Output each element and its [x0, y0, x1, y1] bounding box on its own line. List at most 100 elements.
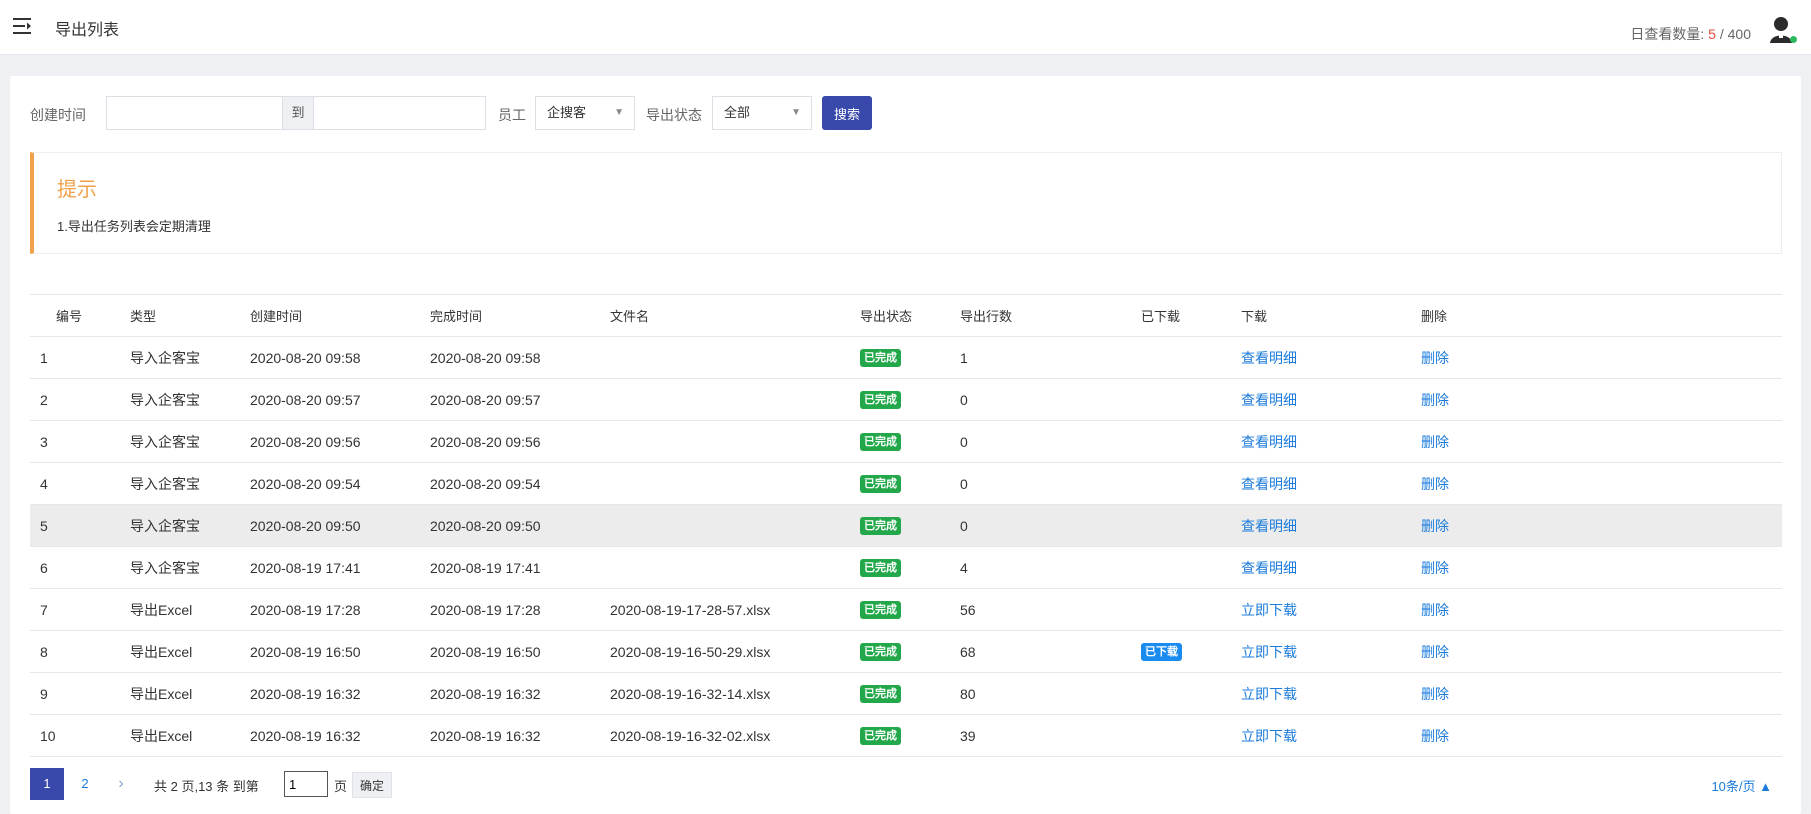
view-details-link[interactable]: 查看明细	[1241, 518, 1297, 534]
cell-type: 导入企客宝	[120, 378, 240, 421]
cell-finished: 2020-08-19 16:32	[420, 714, 600, 757]
cell-delete: 删除	[1411, 588, 1782, 631]
download-now-link[interactable]: 立即下载	[1241, 602, 1297, 618]
view-details-link[interactable]: 查看明细	[1241, 434, 1297, 450]
cell-status: 已完成	[850, 714, 950, 757]
cell-rows: 0	[950, 378, 1131, 421]
download-now-link[interactable]: 立即下载	[1241, 686, 1297, 702]
caret-down-icon: ▼	[614, 107, 624, 118]
delete-link[interactable]: 删除	[1421, 644, 1449, 660]
cell-rows: 1	[950, 336, 1131, 379]
tip-title: 提示	[57, 179, 97, 201]
cell-download: 查看明细	[1231, 504, 1411, 547]
quota-used: 5	[1708, 26, 1716, 42]
cell-type: 导出Excel	[120, 714, 240, 757]
cell-id: 10	[30, 714, 120, 757]
export-list-panel: 创建时间 到 员工 企搜客 ▼ 导出状态 全部 ▼ 搜索 提示 1.导出任务列表…	[10, 76, 1801, 814]
online-status-dot	[1790, 36, 1797, 43]
delete-link[interactable]: 删除	[1421, 350, 1449, 366]
filter-bar: 创建时间 到 员工 企搜客 ▼ 导出状态 全部 ▼ 搜索	[30, 96, 1780, 132]
cell-download: 立即下载	[1231, 588, 1411, 631]
delete-link[interactable]: 删除	[1421, 392, 1449, 408]
cell-download: 立即下载	[1231, 672, 1411, 715]
cell-downloaded	[1131, 504, 1231, 547]
export-table: 编号 类型 创建时间 完成时间 文件名 导出状态 导出行数 已下载 下载 删除 …	[30, 294, 1782, 757]
delete-link[interactable]: 删除	[1421, 686, 1449, 702]
pagination-info: 共 2 页,13 条 到第	[154, 779, 259, 794]
cell-finished: 2020-08-20 09:54	[420, 462, 600, 505]
cell-delete: 删除	[1411, 336, 1782, 379]
delete-link[interactable]: 删除	[1421, 602, 1449, 618]
table-row: 3 导入企客宝 2020-08-20 09:56 2020-08-20 09:5…	[30, 420, 1782, 463]
date-end-input[interactable]	[313, 97, 485, 129]
cell-status: 已完成	[850, 378, 950, 421]
pagination: 1 2 › 共 2 页,13 条 到第 页 确定 10条/页 ▲	[30, 768, 1782, 800]
user-avatar[interactable]	[1769, 15, 1797, 45]
cell-downloaded	[1131, 336, 1231, 379]
table-row: 6 导入企客宝 2020-08-19 17:41 2020-08-19 17:4…	[30, 546, 1782, 589]
cell-finished: 2020-08-19 16:50	[420, 630, 600, 673]
delete-link[interactable]: 删除	[1421, 728, 1449, 744]
cell-download: 查看明细	[1231, 378, 1411, 421]
cell-download: 查看明细	[1231, 420, 1411, 463]
employee-select[interactable]: 企搜客 ▼	[535, 96, 635, 130]
cell-filename	[600, 420, 850, 463]
cell-status: 已完成	[850, 672, 950, 715]
delete-link[interactable]: 删除	[1421, 476, 1449, 492]
quota-separator: /	[1715, 26, 1728, 42]
cell-downloaded	[1131, 420, 1231, 463]
cell-download: 立即下载	[1231, 714, 1411, 757]
cell-download: 立即下载	[1231, 630, 1411, 673]
cell-finished: 2020-08-19 16:32	[420, 672, 600, 715]
cell-rows: 4	[950, 546, 1131, 589]
cell-created: 2020-08-19 16:32	[240, 714, 420, 757]
cell-rows: 80	[950, 672, 1131, 715]
cell-status: 已完成	[850, 504, 950, 547]
cell-filename: 2020-08-19-17-28-57.xlsx	[600, 588, 850, 631]
page-size-select[interactable]: 10条/页 ▲	[1711, 776, 1772, 795]
export-status-select[interactable]: 全部 ▼	[712, 96, 812, 130]
goto-page-input[interactable]	[284, 771, 328, 797]
goto-confirm-button[interactable]: 确定	[352, 772, 392, 798]
view-details-link[interactable]: 查看明细	[1241, 560, 1297, 576]
view-details-link[interactable]: 查看明细	[1241, 392, 1297, 408]
next-page-icon[interactable]: ›	[106, 768, 136, 800]
cell-type: 导入企客宝	[120, 336, 240, 379]
status-badge: 已完成	[860, 601, 901, 619]
cell-filename	[600, 378, 850, 421]
cell-download: 查看明细	[1231, 462, 1411, 505]
search-button[interactable]: 搜索	[822, 96, 872, 130]
column-header-downloaded: 已下载	[1131, 294, 1231, 337]
delete-link[interactable]: 删除	[1421, 560, 1449, 576]
table-row: 4 导入企客宝 2020-08-20 09:54 2020-08-20 09:5…	[30, 462, 1782, 505]
page-2-button[interactable]: 2	[70, 768, 100, 800]
status-badge: 已完成	[860, 727, 901, 745]
delete-link[interactable]: 删除	[1421, 518, 1449, 534]
cell-delete: 删除	[1411, 504, 1782, 547]
date-start-input[interactable]	[107, 97, 282, 129]
daily-view-quota: 日查看数量: 5 / 400	[1630, 24, 1751, 44]
cell-downloaded	[1131, 672, 1231, 715]
cell-rows: 0	[950, 504, 1131, 547]
cell-rows: 0	[950, 420, 1131, 463]
menu-toggle-icon[interactable]	[13, 17, 33, 35]
cell-downloaded	[1131, 378, 1231, 421]
date-range-separator: 到	[282, 97, 314, 129]
cell-rows: 68	[950, 630, 1131, 673]
download-now-link[interactable]: 立即下载	[1241, 728, 1297, 744]
page-1-button[interactable]: 1	[30, 768, 64, 800]
view-details-link[interactable]: 查看明细	[1241, 350, 1297, 366]
table-row: 2 导入企客宝 2020-08-20 09:57 2020-08-20 09:5…	[30, 378, 1782, 421]
cell-type: 导入企客宝	[120, 420, 240, 463]
cell-type: 导出Excel	[120, 588, 240, 631]
column-header-status: 导出状态	[850, 294, 950, 337]
cell-rows: 56	[950, 588, 1131, 631]
delete-link[interactable]: 删除	[1421, 434, 1449, 450]
view-details-link[interactable]: 查看明细	[1241, 476, 1297, 492]
download-now-link[interactable]: 立即下载	[1241, 644, 1297, 660]
cell-downloaded	[1131, 546, 1231, 589]
table-row: 1 导入企客宝 2020-08-20 09:58 2020-08-20 09:5…	[30, 336, 1782, 379]
cell-status: 已完成	[850, 630, 950, 673]
downloaded-badge: 已下载	[1141, 643, 1182, 661]
cell-created: 2020-08-20 09:56	[240, 420, 420, 463]
